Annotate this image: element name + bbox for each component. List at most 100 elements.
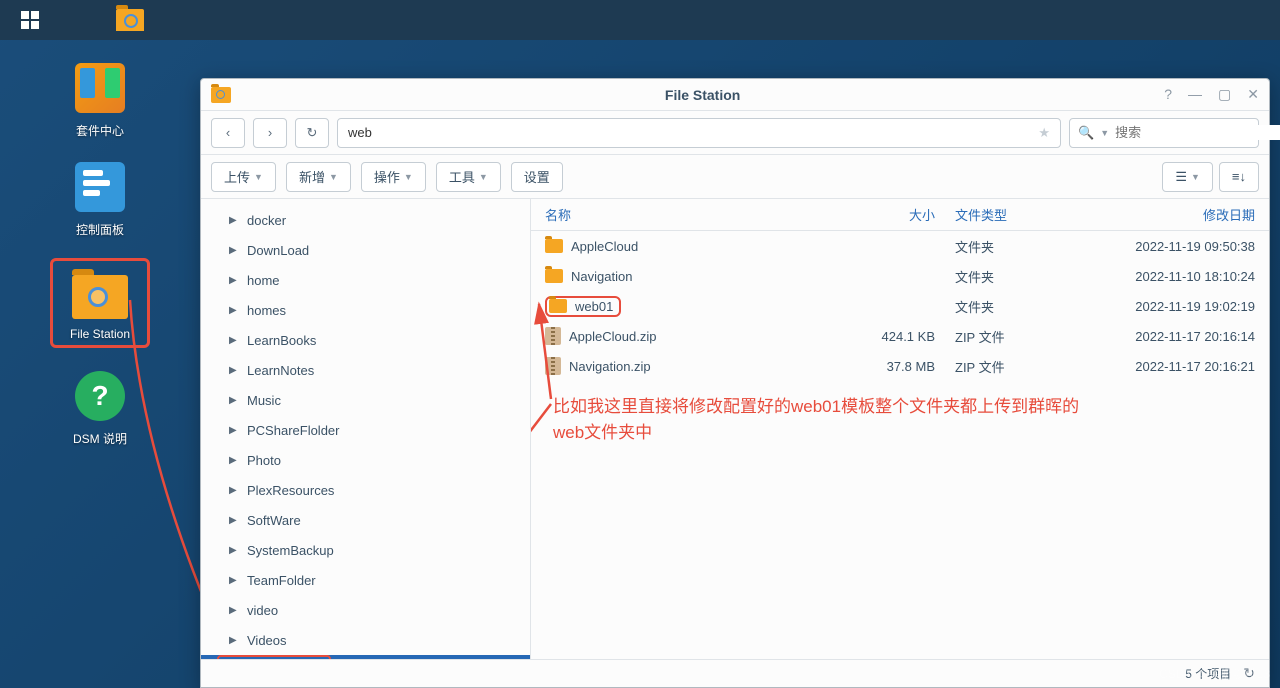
expand-icon: ▶ — [229, 365, 239, 376]
action-toolbar: 上传▼ 新增▼ 操作▼ 工具▼ 设置 ☰ ▼ ≡↓ — [201, 155, 1269, 199]
apps-menu-button[interactable] — [10, 5, 50, 35]
file-date: 2022-11-19 19:02:19 — [1075, 299, 1255, 314]
expand-icon: ▶ — [229, 485, 239, 496]
tree-item-videos[interactable]: ▶Videos — [201, 625, 530, 655]
expand-icon: ▶ — [229, 395, 239, 406]
content-area: ▶docker▶DownLoad▶home▶homes▶LearnBooks▶L… — [201, 199, 1269, 659]
file-name: Navigation — [571, 269, 632, 284]
tree-label: DownLoad — [247, 243, 309, 258]
folder-tree: ▶docker▶DownLoad▶home▶homes▶LearnBooks▶L… — [201, 199, 531, 659]
tree-label: docker — [247, 213, 286, 228]
sort-button[interactable]: ≡↓ — [1219, 162, 1259, 192]
zip-icon — [545, 357, 561, 375]
tree-label: homes — [247, 303, 286, 318]
desktop-label: 控制面板 — [50, 221, 150, 238]
titlebar[interactable]: File Station ? — ▢ ✕ — [201, 79, 1269, 111]
upload-button[interactable]: 上传▼ — [211, 162, 276, 192]
tree-label: TeamFolder — [247, 573, 316, 588]
col-type[interactable]: 文件类型 — [935, 205, 1075, 224]
tree-item-learnnotes[interactable]: ▶ LearnNotes — [201, 355, 530, 385]
star-icon[interactable]: ★ — [1038, 125, 1050, 141]
tree-item-plexresources[interactable]: ▶ PlexResources — [201, 475, 530, 505]
tree-item-video[interactable]: ▶video — [201, 595, 530, 625]
operation-button[interactable]: 操作▼ — [361, 162, 426, 192]
tree-item-photo[interactable]: ▶ Photo — [201, 445, 530, 475]
settings-button[interactable]: 设置 — [511, 162, 563, 192]
tree-item-docker[interactable]: ▶ docker — [201, 205, 530, 235]
search-icon: 🔍 — [1078, 125, 1094, 141]
refresh-button[interactable]: ↻ — [295, 118, 329, 148]
tree-label: LearnNotes — [247, 363, 314, 378]
tree-item-learnbooks[interactable]: ▶LearnBooks — [201, 325, 530, 355]
search-box[interactable]: 🔍 ▼ — [1069, 118, 1259, 148]
file-pane: 名称 大小 文件类型 修改日期 AppleCloud 文件夹 2022-11-1… — [531, 199, 1269, 659]
minimize-button[interactable]: — — [1188, 86, 1202, 103]
tree-item-pcshareflolder[interactable]: ▶PCShareFlolder — [201, 415, 530, 445]
file-row[interactable]: Navigation 文件夹 2022-11-10 18:10:24 — [531, 261, 1269, 291]
tree-item-homes[interactable]: ▶ homes — [201, 295, 530, 325]
path-input[interactable]: web ★ — [337, 118, 1061, 148]
tree-label: PCShareFlolder — [247, 423, 340, 438]
file-type: ZIP 文件 — [935, 357, 1075, 376]
tree-label: Videos — [247, 633, 287, 648]
desktop: 套件中心 控制面板 File Station ? DSM 说明 — [0, 40, 200, 688]
path-text: web — [348, 125, 372, 140]
desktop-icon-dsm-help[interactable]: ? DSM 说明 — [50, 368, 150, 447]
taskbar-file-station[interactable] — [110, 5, 150, 35]
file-row[interactable]: Navigation.zip 37.8 MB ZIP 文件 2022-11-17… — [531, 351, 1269, 381]
search-input[interactable] — [1115, 125, 1280, 140]
file-type: 文件夹 — [935, 237, 1075, 256]
expand-icon: ▶ — [229, 545, 239, 556]
file-name: Navigation.zip — [569, 359, 651, 374]
file-list: AppleCloud 文件夹 2022-11-19 09:50:38 Navig… — [531, 231, 1269, 659]
tree-item-home[interactable]: ▶home — [201, 265, 530, 295]
navigation-toolbar: ‹ › ↻ web ★ 🔍 ▼ — [201, 111, 1269, 155]
desktop-icon-file-station[interactable]: File Station — [50, 258, 150, 348]
tree-label: PlexResources — [247, 483, 334, 498]
tree-label: Photo — [247, 453, 281, 468]
file-row[interactable]: AppleCloud 文件夹 2022-11-19 09:50:38 — [531, 231, 1269, 261]
file-type: ZIP 文件 — [935, 327, 1075, 346]
expand-icon: ▶ — [229, 515, 239, 526]
tree-item-download[interactable]: ▶DownLoad — [201, 235, 530, 265]
file-row[interactable]: web01 文件夹 2022-11-19 19:02:19 — [531, 291, 1269, 321]
folder-icon — [549, 299, 567, 313]
back-button[interactable]: ‹ — [211, 118, 245, 148]
file-type: 文件夹 — [935, 297, 1075, 316]
help-button[interactable]: ? — [1164, 86, 1172, 103]
file-station-window: File Station ? — ▢ ✕ ‹ › ↻ web ★ 🔍 ▼ 上传▼… — [200, 78, 1270, 688]
tree-label: video — [247, 603, 278, 618]
desktop-label: DSM 说明 — [50, 430, 150, 447]
app-folder-icon — [211, 87, 231, 103]
tree-label: SystemBackup — [247, 543, 334, 558]
tree-item-teamfolder[interactable]: ▶TeamFolder — [201, 565, 530, 595]
desktop-icon-package-center[interactable]: 套件中心 — [50, 60, 150, 139]
col-size[interactable]: 大小 — [845, 205, 935, 224]
folder-search-icon — [116, 9, 144, 31]
expand-icon: ▶ — [229, 215, 239, 226]
col-name[interactable]: 名称 — [545, 205, 845, 224]
close-button[interactable]: ✕ — [1247, 86, 1259, 103]
tree-item-music[interactable]: ▶Music — [201, 385, 530, 415]
file-size: 424.1 KB — [845, 329, 935, 344]
file-date: 2022-11-17 20:16:14 — [1075, 329, 1255, 344]
chevron-down-icon: ▼ — [1100, 128, 1109, 138]
col-date[interactable]: 修改日期 — [1075, 205, 1255, 224]
file-date: 2022-11-19 09:50:38 — [1075, 239, 1255, 254]
tree-item-web[interactable]: ▶web — [201, 655, 530, 659]
create-button[interactable]: 新增▼ — [286, 162, 351, 192]
zip-icon — [545, 327, 561, 345]
file-row[interactable]: AppleCloud.zip 424.1 KB ZIP 文件 2022-11-1… — [531, 321, 1269, 351]
desktop-icon-control-panel[interactable]: 控制面板 — [50, 159, 150, 238]
maximize-button[interactable]: ▢ — [1218, 86, 1231, 103]
expand-icon: ▶ — [229, 275, 239, 286]
file-name: AppleCloud — [571, 239, 638, 254]
tools-button[interactable]: 工具▼ — [436, 162, 501, 192]
folder-search-icon — [72, 275, 128, 319]
expand-icon: ▶ — [229, 455, 239, 466]
view-list-button[interactable]: ☰ ▼ — [1162, 162, 1213, 192]
expand-icon: ▶ — [229, 305, 239, 316]
forward-button[interactable]: › — [253, 118, 287, 148]
tree-item-systembackup[interactable]: ▶ SystemBackup — [201, 535, 530, 565]
tree-item-software[interactable]: ▶SoftWare — [201, 505, 530, 535]
